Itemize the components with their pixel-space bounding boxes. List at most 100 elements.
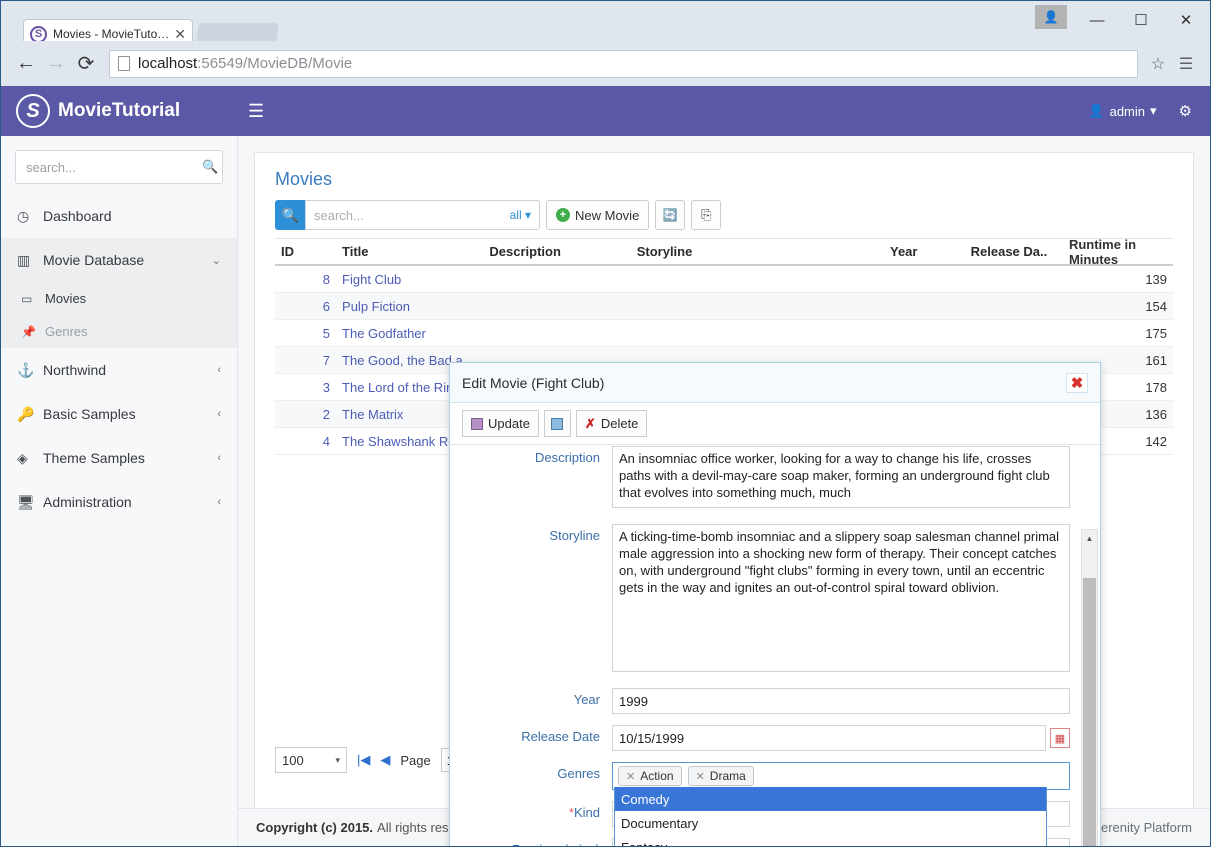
scroll-up-icon[interactable]: ▲ — [1082, 530, 1097, 547]
scrollbar-thumb[interactable] — [1083, 578, 1096, 846]
sidebar-item-northwind[interactable]: ⚓ Northwind ‹ — [1, 348, 237, 392]
platform-label: Serenity Platform — [1092, 820, 1192, 835]
key-icon: 🔑 — [17, 405, 35, 422]
cell-id: 6 — [322, 298, 331, 314]
sidebar-item-dashboard[interactable]: ◷ Dashboard — [1, 194, 237, 238]
grid-search-input[interactable] — [314, 207, 510, 223]
sidebar-item-basic-samples[interactable]: 🔑 Basic Samples ‹ — [1, 392, 237, 436]
genres-dropdown-list[interactable]: ComedyDocumentaryFantasySci-fi — [614, 787, 1047, 846]
update-button[interactable]: Update — [462, 410, 539, 437]
dialog-toolbar: Update ✗ Delete — [450, 403, 1100, 445]
search-icon[interactable]: 🔍 — [275, 200, 305, 230]
search-icon[interactable]: 🔍 — [202, 159, 218, 175]
cell-title: The Godfather — [342, 325, 426, 341]
chevron-down-icon: ▾ — [335, 754, 340, 765]
remove-tag-icon[interactable]: ✕ — [626, 770, 635, 783]
column-header-id[interactable]: ID — [275, 244, 336, 259]
genre-tag-label: Action — [640, 769, 674, 783]
browser-toolbar: ← → ⟳ localhost:56549/MovieDB/Movie ☆ ☰ — [1, 41, 1210, 86]
table-row[interactable]: 5 The Godfather 175 — [275, 320, 1173, 347]
remove-tag-icon[interactable]: ✕ — [696, 770, 705, 783]
sidebar-item-movies[interactable]: ▭ Movies — [1, 282, 237, 315]
sidebar-item-label: Basic Samples — [43, 406, 136, 422]
forward-icon[interactable]: → — [41, 49, 71, 79]
form-row-description: Description — [460, 446, 1070, 513]
dialog-scrollbar[interactable]: ▲ ▼ — [1081, 529, 1098, 846]
tab-close-icon[interactable]: ✕ — [174, 26, 186, 43]
cell-runtime: 139 — [1145, 271, 1168, 287]
pin-icon: 📌 — [21, 324, 36, 339]
update-label: Update — [488, 416, 530, 431]
release-date-input[interactable] — [612, 725, 1046, 751]
cell-id: 4 — [322, 433, 331, 449]
prev-page-icon[interactable]: ◀ — [380, 752, 390, 768]
description-textarea[interactable] — [612, 446, 1070, 508]
save-icon — [551, 417, 564, 430]
edit-movie-dialog: Edit Movie (Fight Club) ✖ Update ✗ Delet… — [449, 362, 1101, 846]
window-minimize-button[interactable]: — — [1075, 5, 1119, 35]
calendar-icon[interactable]: ▦ — [1050, 728, 1070, 748]
storyline-textarea[interactable] — [612, 524, 1070, 672]
delete-button[interactable]: ✗ Delete — [575, 410, 648, 437]
table-row[interactable]: 8 Fight Club 139 — [275, 266, 1173, 293]
refresh-button[interactable]: 🔄 — [655, 200, 686, 230]
bookmark-star-icon[interactable]: ☆ — [1144, 50, 1172, 78]
browser-window: S Movies - MovieTutorial ✕ 👤 — ☐ ✕ ← → ⟳… — [0, 0, 1211, 847]
grid-search-field[interactable]: all ▾ — [305, 200, 540, 230]
table-row[interactable]: 6 Pulp Fiction 154 — [275, 293, 1173, 320]
reload-icon[interactable]: ⟳ — [71, 49, 101, 79]
genre-tag[interactable]: ✕ Drama — [687, 766, 754, 786]
sidebar-item-genres[interactable]: 📌 Genres — [1, 315, 237, 348]
app-header: S MovieTutorial ☰ 👤 admin ▾ ⚙ — [1, 86, 1210, 136]
column-header-title[interactable]: Title — [336, 244, 483, 259]
genre-option[interactable]: Fantasy — [615, 835, 1046, 847]
sidebar-group-movie-database: ▥ Movie Database ⌄ ▭ Movies 📌 Genres — [1, 238, 237, 348]
grid-search: 🔍 all ▾ — [275, 200, 540, 230]
genres-multiselect[interactable]: ✕ Action ✕ Drama — [612, 762, 1070, 790]
gear-icon[interactable]: ⚙ — [1179, 102, 1192, 120]
genre-option[interactable]: Documentary — [615, 811, 1046, 835]
window-maximize-button[interactable]: ☐ — [1119, 5, 1163, 35]
search-scope-dropdown[interactable]: all ▾ — [510, 208, 531, 222]
column-header-storyline[interactable]: Storyline — [631, 244, 884, 259]
app-brand-title: MovieTutorial — [58, 100, 181, 121]
genre-option[interactable]: Comedy — [615, 787, 1046, 811]
browser-menu-icon[interactable]: ☰ — [1172, 50, 1200, 78]
sidebar-search-input[interactable] — [26, 159, 202, 175]
sidebar-toggle-icon[interactable]: ☰ — [248, 101, 264, 122]
back-icon[interactable]: ← — [11, 49, 41, 79]
chevron-left-icon: ‹ — [217, 408, 221, 420]
year-label: Year — [573, 692, 600, 707]
column-header-description[interactable]: Description — [483, 244, 630, 259]
page-size-select[interactable]: 100 ▾ — [275, 747, 347, 773]
sidebar-search[interactable]: 🔍 — [15, 150, 223, 184]
page-size-value: 100 — [282, 752, 304, 768]
cell-runtime: 154 — [1145, 298, 1168, 314]
window-close-button[interactable]: ✕ — [1164, 5, 1208, 35]
dialog-close-icon[interactable]: ✖ — [1066, 372, 1088, 393]
column-header-runtime[interactable]: Runtime in Minutes — [1063, 237, 1173, 267]
address-bar[interactable]: localhost:56549/MovieDB/Movie — [109, 49, 1138, 78]
user-icon: 👤 — [1088, 103, 1105, 118]
sidebar-item-theme-samples[interactable]: ◈ Theme Samples ‹ — [1, 436, 237, 480]
sidebar-item-movie-database[interactable]: ▥ Movie Database ⌄ — [1, 238, 237, 282]
delete-x-icon: ✗ — [584, 415, 596, 431]
genre-tag[interactable]: ✕ Action — [618, 766, 682, 786]
column-header-release-date[interactable]: Release Da.. — [965, 244, 1063, 259]
sidebar-item-administration[interactable]: 🖥 Administration ‹ — [1, 480, 237, 524]
profile-avatar-icon[interactable]: 👤 — [1035, 5, 1067, 29]
delete-label: Delete — [600, 416, 639, 431]
save-and-close-button[interactable] — [543, 410, 571, 437]
user-menu[interactable]: 👤 admin ▾ — [1088, 103, 1156, 119]
export-button[interactable]: ⎘ — [691, 200, 722, 230]
monitor-icon: 🖥 — [17, 493, 35, 510]
film-icon: ▥ — [17, 251, 31, 268]
column-header-year[interactable]: Year — [884, 244, 965, 259]
year-input[interactable] — [612, 688, 1070, 714]
page-info-icon — [118, 56, 130, 71]
first-page-icon[interactable]: |◀ — [357, 752, 370, 768]
new-movie-button[interactable]: + New Movie — [546, 200, 650, 230]
sidebar-item-label: Dashboard — [43, 208, 112, 224]
app-logo[interactable]: S MovieTutorial — [1, 94, 238, 128]
cell-id: 7 — [322, 352, 331, 368]
